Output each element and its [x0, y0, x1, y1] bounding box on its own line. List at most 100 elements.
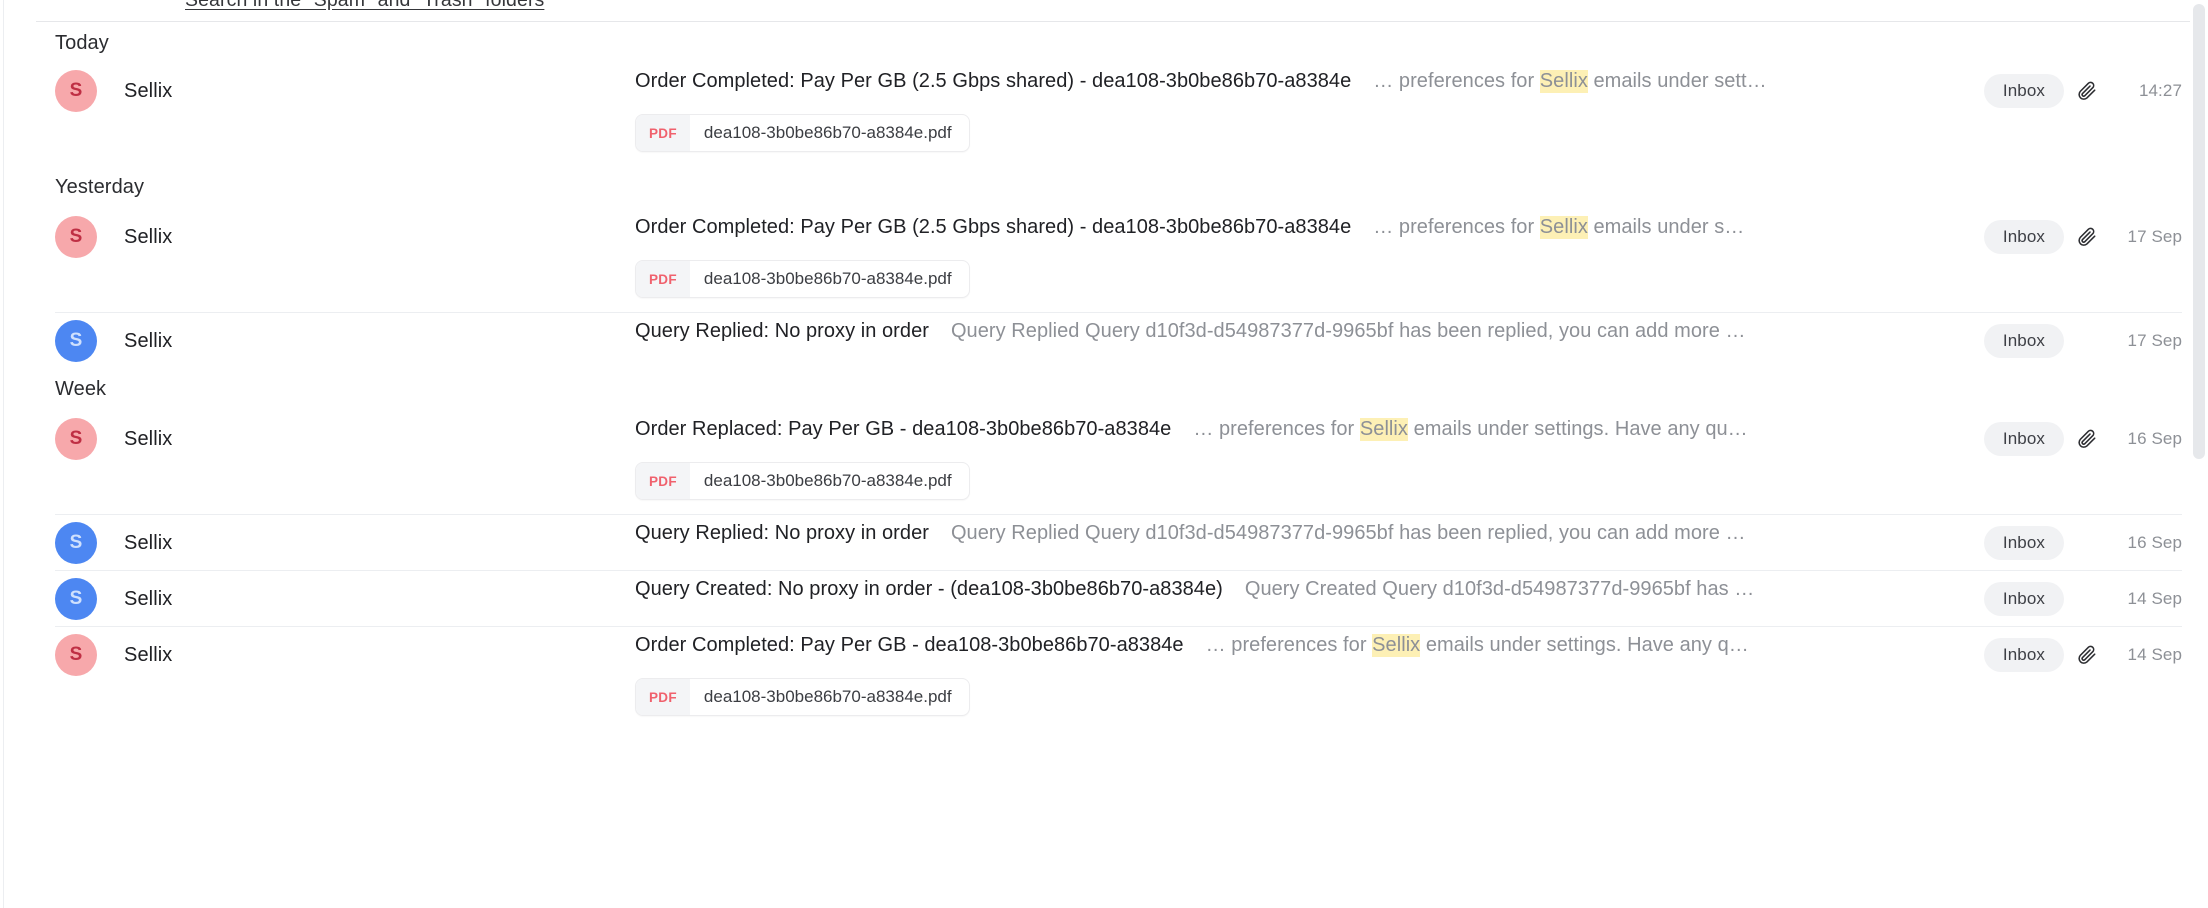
message-line: Order Completed: Pay Per GB (2.5 Gbps sh… — [635, 70, 1984, 112]
message-date: 17 Sep — [2127, 227, 2182, 246]
message-row[interactable]: S Sellix Order Completed: Pay Per GB - dea… — [0, 626, 2208, 730]
folder-badge[interactable]: Inbox — [1983, 220, 2064, 254]
message-preview: Query Replied Query d10f3d-d54987377d-99… — [950, 522, 1746, 544]
sender-name: Sellix — [124, 587, 173, 610]
section-header: Week — [55, 377, 107, 400]
avatar[interactable]: S — [55, 634, 97, 676]
search-scope-hint: Search in the "Spam" and "Trash" folders — [0, 0, 2208, 13]
message-preview: Query Created Query d10f3d-d54987377d-99… — [1244, 578, 1755, 600]
attachment-chip[interactable]: PDF dea108-3b0be86b70-a8384e.pdf — [635, 114, 970, 152]
message-line: Query Replied: No proxy in order Query Re… — [635, 320, 1984, 362]
sender-name: Sellix — [124, 329, 173, 352]
message-meta: Inbox 17 Sep — [1983, 312, 2182, 358]
attachment-area: PDF dea108-3b0be86b70-a8384e.pdf — [635, 260, 1984, 298]
pdf-file-icon: PDF — [636, 679, 690, 715]
message-row[interactable]: S Sellix Order Completed: Pay Per GB (2.5 … — [0, 62, 2208, 166]
message-preview: … preferences for Sellix emails under se… — [1193, 418, 1748, 441]
section-header: Yesterday — [55, 175, 145, 198]
message-subject[interactable]: Order Completed: Pay Per GB (2.5 Gbps sh… — [635, 216, 1351, 239]
sender-name: Sellix — [124, 427, 173, 450]
message-preview: … preferences for Sellix emails under s… — [1373, 216, 1745, 239]
attachment-filename: dea108-3b0be86b70-a8384e.pdf — [703, 269, 952, 288]
sender-cell: S Sellix — [55, 570, 635, 620]
attachment-filename: dea108-3b0be86b70-a8384e.pdf — [703, 123, 952, 142]
paperclip-icon — [2064, 428, 2110, 450]
row-divider — [55, 312, 2182, 313]
sender-cell: S Sellix — [55, 62, 635, 112]
avatar[interactable]: S — [55, 522, 97, 564]
sender-cell: S Sellix — [55, 312, 635, 362]
message-cell: Query Created: No proxy in order - (dea1… — [635, 570, 1984, 620]
sender-cell: S Sellix — [55, 626, 635, 676]
pdf-file-icon: PDF — [636, 115, 690, 151]
message-row[interactable]: S Sellix Order Completed: Pay Per GB (2.5 … — [0, 208, 2208, 312]
attachment-chip[interactable]: PDF dea108-3b0be86b70-a8384e.pdf — [635, 462, 970, 500]
attachment-area: PDF dea108-3b0be86b70-a8384e.pdf — [635, 462, 1984, 500]
message-date: 14:27 — [2138, 81, 2182, 100]
folder-badge[interactable]: Inbox — [1983, 526, 2064, 560]
preview-highlight: Sellix — [1372, 634, 1421, 657]
paperclip-icon — [2064, 644, 2110, 666]
message-line: Order Completed: Pay Per GB - dea108-3b0… — [635, 634, 1984, 676]
message-line: Query Replied: No proxy in order Query Re… — [635, 522, 1984, 564]
message-list[interactable]: Today S Sellix Order Completed: Pay Per GB … — [0, 22, 2208, 908]
sender-cell: S Sellix — [55, 514, 635, 564]
message-line: Query Created: No proxy in order - (dea1… — [635, 578, 1984, 620]
folder-badge[interactable]: Inbox — [1983, 422, 2064, 456]
message-row[interactable]: S Sellix Query Created: No proxy in order … — [0, 570, 2208, 626]
avatar[interactable]: S — [55, 216, 97, 258]
avatar[interactable]: S — [55, 418, 97, 460]
message-row[interactable]: S Sellix Query Replied: No proxy in order Q… — [0, 514, 2208, 570]
search-spam-trash-link[interactable]: Search in the "Spam" and "Trash" folders — [185, 0, 544, 12]
attachment-area: PDF dea108-3b0be86b70-a8384e.pdf — [635, 114, 1984, 152]
message-subject[interactable]: Query Replied: No proxy in order — [635, 320, 929, 343]
sender-name: Sellix — [124, 531, 173, 554]
preview-highlight: Sellix — [1539, 216, 1588, 239]
row-divider — [55, 626, 2182, 627]
message-row[interactable]: S Sellix Query Replied: No proxy in order Q… — [0, 312, 2208, 368]
message-cell: Order Completed: Pay Per GB - dea108-3b0… — [635, 626, 1984, 716]
message-cell: Order Completed: Pay Per GB (2.5 Gbps sh… — [635, 208, 1984, 298]
attachment-filename: dea108-3b0be86b70-a8384e.pdf — [703, 687, 952, 706]
message-meta: Inbox 14:27 — [1983, 62, 2182, 108]
message-subject[interactable]: Order Replaced: Pay Per GB - dea108-3b0b… — [635, 418, 1171, 441]
list-scrollbar-thumb[interactable] — [2193, 4, 2205, 459]
avatar[interactable]: S — [55, 320, 97, 362]
avatar[interactable]: S — [55, 70, 97, 112]
message-preview: … preferences for Sellix emails under se… — [1205, 634, 1749, 657]
row-divider — [55, 570, 2182, 571]
pdf-file-icon: PDF — [636, 261, 690, 297]
folder-badge[interactable]: Inbox — [1983, 582, 2064, 616]
message-row[interactable]: S Sellix Order Replaced: Pay Per GB - dea1… — [0, 410, 2208, 514]
message-preview: … preferences for Sellix emails under se… — [1373, 70, 1767, 93]
message-subject[interactable]: Order Completed: Pay Per GB (2.5 Gbps sh… — [635, 70, 1351, 93]
sender-name: Sellix — [124, 79, 173, 102]
sender-cell: S Sellix — [55, 208, 635, 258]
message-subject[interactable]: Order Completed: Pay Per GB - dea108-3b0… — [635, 634, 1184, 657]
message-cell: Order Completed: Pay Per GB (2.5 Gbps sh… — [635, 62, 1984, 152]
list-scrollbar[interactable] — [2190, 0, 2208, 908]
folder-badge[interactable]: Inbox — [1983, 74, 2064, 108]
folder-badge[interactable]: Inbox — [1983, 638, 2064, 672]
paperclip-icon — [2064, 226, 2110, 248]
message-meta: Inbox 14 Sep — [1983, 626, 2182, 672]
sender-cell: S Sellix — [55, 410, 635, 460]
message-cell: Query Replied: No proxy in order Query Re… — [635, 514, 1984, 564]
message-subject[interactable]: Query Replied: No proxy in order — [635, 522, 929, 545]
attachment-chip[interactable]: PDF dea108-3b0be86b70-a8384e.pdf — [635, 678, 970, 716]
message-meta: Inbox 17 Sep — [1983, 208, 2182, 254]
avatar[interactable]: S — [55, 578, 97, 620]
attachment-area: PDF dea108-3b0be86b70-a8384e.pdf — [635, 678, 1984, 716]
message-subject[interactable]: Query Created: No proxy in order - (dea1… — [635, 578, 1223, 601]
message-date: 16 Sep — [2127, 429, 2182, 448]
attachment-filename: dea108-3b0be86b70-a8384e.pdf — [703, 471, 952, 490]
pdf-file-icon: PDF — [636, 463, 690, 499]
message-date: 17 Sep — [2127, 331, 2182, 350]
message-cell: Query Replied: No proxy in order Query Re… — [635, 312, 1984, 362]
sender-name: Sellix — [124, 225, 173, 248]
message-preview: Query Replied Query d10f3d-d54987377d-99… — [950, 320, 1746, 342]
paperclip-icon — [2064, 80, 2110, 102]
attachment-chip[interactable]: PDF dea108-3b0be86b70-a8384e.pdf — [635, 260, 970, 298]
folder-badge[interactable]: Inbox — [1983, 324, 2064, 358]
message-meta: Inbox 16 Sep — [1983, 514, 2182, 560]
